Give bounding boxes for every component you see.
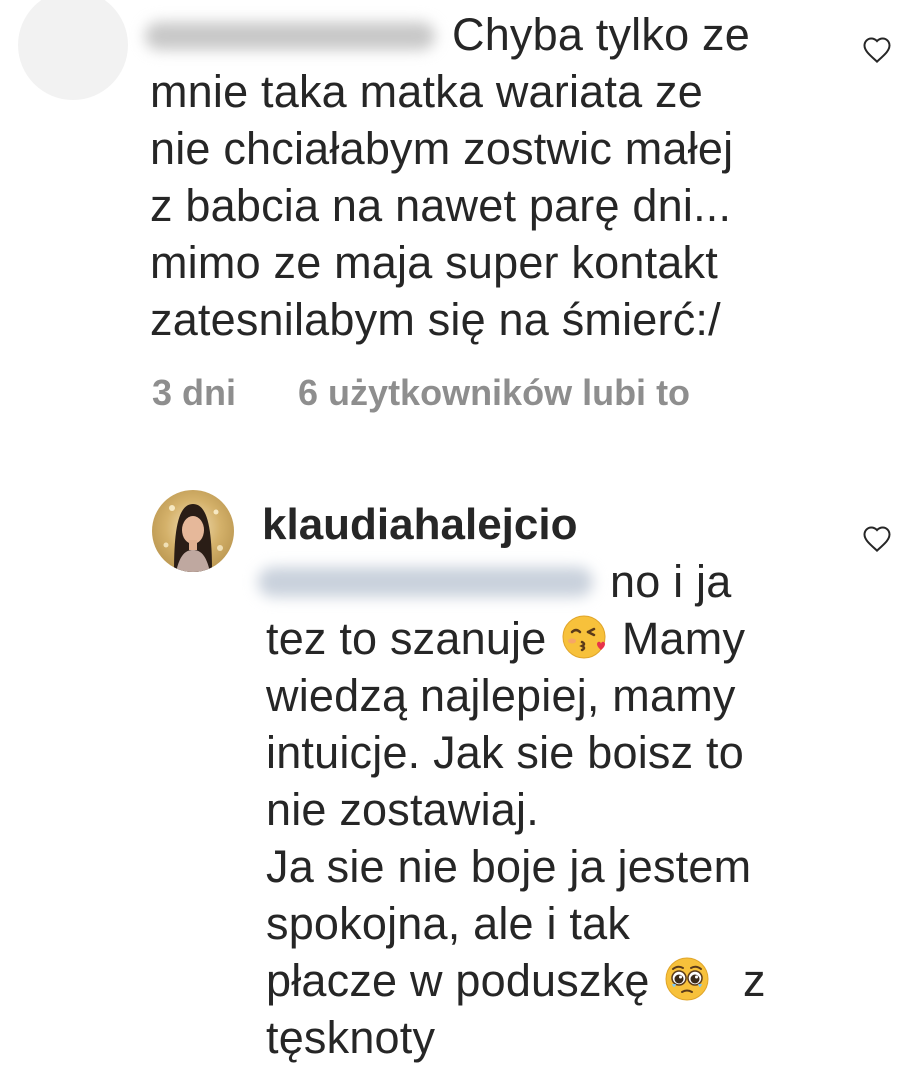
reply-text: no i ja tez to szanuje Mamy wiedzą najle… xyxy=(266,553,766,1066)
reply-line: Ja sie nie boje ja jestem xyxy=(266,841,752,892)
reply-line: spokojna, ale i tak xyxy=(266,898,631,949)
reply-line: tęsknoty xyxy=(266,1012,436,1063)
pleading-face-emoji-icon xyxy=(665,957,709,1001)
heart-icon[interactable] xyxy=(862,525,892,555)
comment-2: klaudiahalejcio no i ja tez to szanuje M… xyxy=(0,0,900,1066)
reply-segment: płacze w poduszkę xyxy=(266,955,650,1006)
avatar[interactable] xyxy=(152,490,234,572)
reply-line: wiedzą najlepiej, mamy xyxy=(266,670,736,721)
reply-segment: Mamy xyxy=(621,613,746,664)
reply-segment: z xyxy=(743,955,766,1006)
reply-line: no i ja xyxy=(610,556,732,607)
reply-line: płacze w poduszkę z xyxy=(266,952,766,1009)
kissing-face-emoji-icon xyxy=(562,615,606,659)
avatar-portrait xyxy=(163,504,223,572)
reply-segment: tez to szanuje xyxy=(266,613,547,664)
reply-line: nie zostawiaj. xyxy=(266,784,539,835)
reply-line: tez to szanuje Mamy xyxy=(266,610,766,667)
username[interactable]: klaudiahalejcio xyxy=(262,500,577,550)
reply-line: intuicje. Jak sie boisz to xyxy=(266,727,744,778)
